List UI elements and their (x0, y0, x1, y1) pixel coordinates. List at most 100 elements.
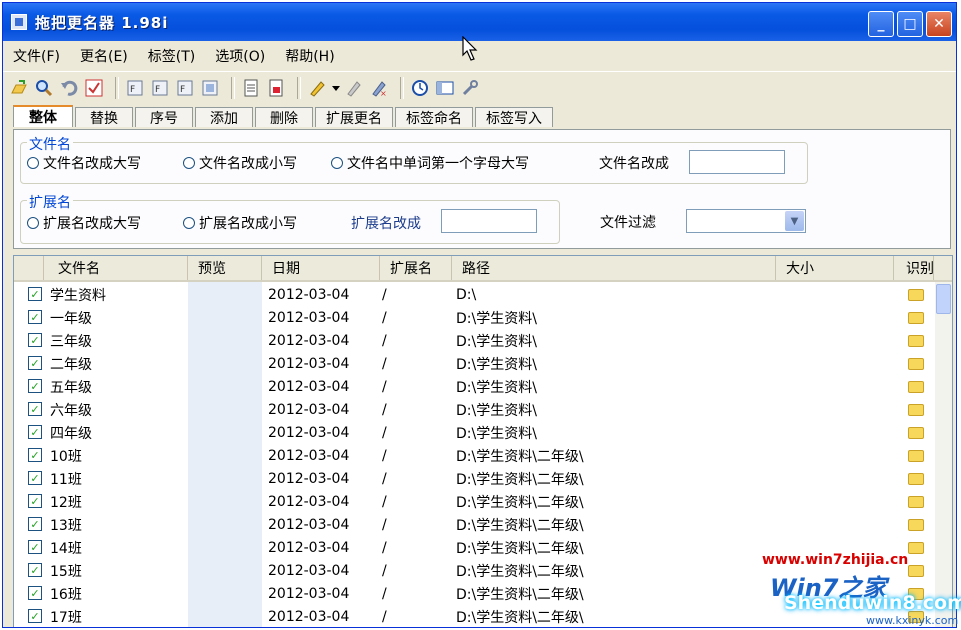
cell-filename: 六年级 (50, 402, 92, 419)
close-button[interactable]: ✕ (926, 11, 952, 37)
ext-upper-radio[interactable]: 扩展名改成大写 (27, 213, 141, 233)
menu-help[interactable]: 帮助(H) (275, 46, 344, 66)
tab-tag-naming[interactable]: 标签命名 (395, 107, 473, 127)
window-icon[interactable] (435, 78, 455, 98)
tab-delete[interactable]: 删除 (255, 107, 313, 127)
cell-date: 2012-03-04 (268, 424, 350, 441)
row-checkbox[interactable]: ✓ (28, 310, 42, 324)
scrollbar-thumb[interactable] (936, 284, 951, 314)
row-checkbox[interactable]: ✓ (28, 494, 42, 508)
tab-replace[interactable]: 替换 (75, 107, 133, 127)
row-checkbox[interactable]: ✓ (28, 356, 42, 370)
header-path[interactable]: 路径 (452, 256, 776, 280)
ext-group: 扩展名 扩展名改成大写 扩展名改成小写 扩展名改成 (20, 192, 560, 244)
table-row[interactable]: ✓ 六年级 2012-03-04 / D:\学生资料\ (14, 398, 934, 421)
row-checkbox[interactable]: ✓ (28, 540, 42, 554)
cell-path: D:\学生资料\ (456, 310, 537, 327)
header-preview[interactable]: 预览 (188, 256, 262, 280)
tab-add[interactable]: 添加 (195, 107, 253, 127)
tag-1-icon[interactable] (344, 78, 364, 98)
svg-text:×: × (380, 89, 387, 97)
row-checkbox[interactable]: ✓ (28, 448, 42, 462)
row-checkbox[interactable]: ✓ (28, 379, 42, 393)
header-ext[interactable]: 扩展名 (380, 256, 452, 280)
filter-select[interactable]: ▼ (686, 209, 806, 233)
menu-tag[interactable]: 标签(T) (138, 46, 205, 66)
row-checkbox[interactable]: ✓ (28, 586, 42, 600)
ext-rename-label: 扩展名改成 (351, 216, 421, 232)
rename-3-icon[interactable]: F (175, 78, 195, 98)
table-row[interactable]: ✓ 学生资料 2012-03-04 / D:\ (14, 283, 934, 306)
folder-icon (908, 467, 928, 490)
header-size[interactable]: 大小 (776, 256, 894, 280)
row-checkbox[interactable]: ✓ (28, 517, 42, 531)
rename-4-icon[interactable] (200, 78, 220, 98)
cell-ext: / (382, 516, 387, 533)
table-row[interactable]: ✓ 五年级 2012-03-04 / D:\学生资料\ (14, 375, 934, 398)
header-filename[interactable]: 文件名 (44, 256, 188, 280)
filename-group: 文件名 文件名改成大写 文件名改成小写 文件名中单词第一个字母大写 文件名改成 (20, 134, 808, 184)
row-checkbox[interactable]: ✓ (28, 471, 42, 485)
menu-options[interactable]: 选项(O) (205, 46, 275, 66)
row-checkbox[interactable]: ✓ (28, 402, 42, 416)
toolbar-separator (400, 77, 404, 99)
filename-upper-radio[interactable]: 文件名改成大写 (27, 153, 141, 173)
row-checkbox[interactable]: ✓ (28, 425, 42, 439)
header-recognize[interactable]: 识别 (894, 256, 934, 280)
filename-capitalize-radio[interactable]: 文件名中单词第一个字母大写 (331, 153, 529, 173)
table-row[interactable]: ✓ 四年级 2012-03-04 / D:\学生资料\ (14, 421, 934, 444)
cell-date: 2012-03-04 (268, 539, 350, 556)
doc-icon[interactable] (241, 78, 261, 98)
header-check-col[interactable] (14, 256, 44, 280)
cell-date: 2012-03-04 (268, 447, 350, 464)
pen-icon[interactable] (307, 78, 327, 98)
rename-1-icon[interactable]: F (125, 78, 145, 98)
filename-lower-radio[interactable]: 文件名改成小写 (183, 153, 297, 173)
ext-rename-input[interactable] (441, 209, 537, 233)
header-date[interactable]: 日期 (262, 256, 380, 280)
folder-icon (908, 513, 928, 536)
tab-whole[interactable]: 整体 (13, 105, 73, 127)
folder-icon (908, 329, 928, 352)
rename-2-icon[interactable]: F (150, 78, 170, 98)
watermark-url: www.win7zhijia.cn (762, 552, 909, 568)
clock-icon[interactable] (410, 78, 430, 98)
menu-rename[interactable]: 更名(E) (70, 46, 138, 66)
maximize-button[interactable]: □ (897, 11, 923, 37)
table-row[interactable]: ✓ 13班 2012-03-04 / D:\学生资料\二年级\ (14, 513, 934, 536)
row-checkbox[interactable]: ✓ (28, 287, 42, 301)
open-icon[interactable] (9, 78, 29, 98)
chevron-down-icon[interactable]: ▼ (785, 211, 804, 231)
undo-icon[interactable] (59, 78, 79, 98)
toolbar: F F F × (3, 73, 956, 103)
tools-icon[interactable] (460, 78, 480, 98)
table-row[interactable]: ✓ 12班 2012-03-04 / D:\学生资料\二年级\ (14, 490, 934, 513)
row-checkbox[interactable]: ✓ (28, 333, 42, 347)
table-row[interactable]: ✓ 三年级 2012-03-04 / D:\学生资料\ (14, 329, 934, 352)
minimize-button[interactable]: _ (868, 11, 894, 37)
tab-sequence[interactable]: 序号 (135, 107, 193, 127)
tab-ext-rename[interactable]: 扩展更名 (315, 107, 393, 127)
table-row[interactable]: ✓ 二年级 2012-03-04 / D:\学生资料\ (14, 352, 934, 375)
table-row[interactable]: ✓ 11班 2012-03-04 / D:\学生资料\二年级\ (14, 467, 934, 490)
filename-group-legend: 文件名 (27, 134, 73, 154)
tab-tag-write[interactable]: 标签写入 (475, 107, 553, 127)
filename-rename-input[interactable] (689, 150, 785, 174)
doc-red-icon[interactable] (266, 78, 286, 98)
tag-2-icon[interactable]: × (369, 78, 389, 98)
tab-strip: 整体 替换 序号 添加 删除 扩展更名 标签命名 标签写入 (13, 105, 555, 129)
radio-label: 扩展名改成大写 (43, 216, 141, 232)
cell-date: 2012-03-04 (268, 585, 350, 602)
toolbar-separator (115, 77, 119, 99)
table-row[interactable]: ✓ 一年级 2012-03-04 / D:\学生资料\ (14, 306, 934, 329)
row-checkbox[interactable]: ✓ (28, 609, 42, 623)
table-row[interactable]: ✓ 10班 2012-03-04 / D:\学生资料\二年级\ (14, 444, 934, 467)
vertical-scrollbar[interactable] (935, 282, 952, 627)
menu-file[interactable]: 文件(F) (3, 46, 70, 66)
ext-lower-radio[interactable]: 扩展名改成小写 (183, 213, 297, 233)
search-icon[interactable] (34, 78, 54, 98)
check-icon[interactable] (84, 78, 104, 98)
dropdown-icon[interactable] (332, 78, 340, 98)
folder-icon (908, 536, 928, 559)
row-checkbox[interactable]: ✓ (28, 563, 42, 577)
